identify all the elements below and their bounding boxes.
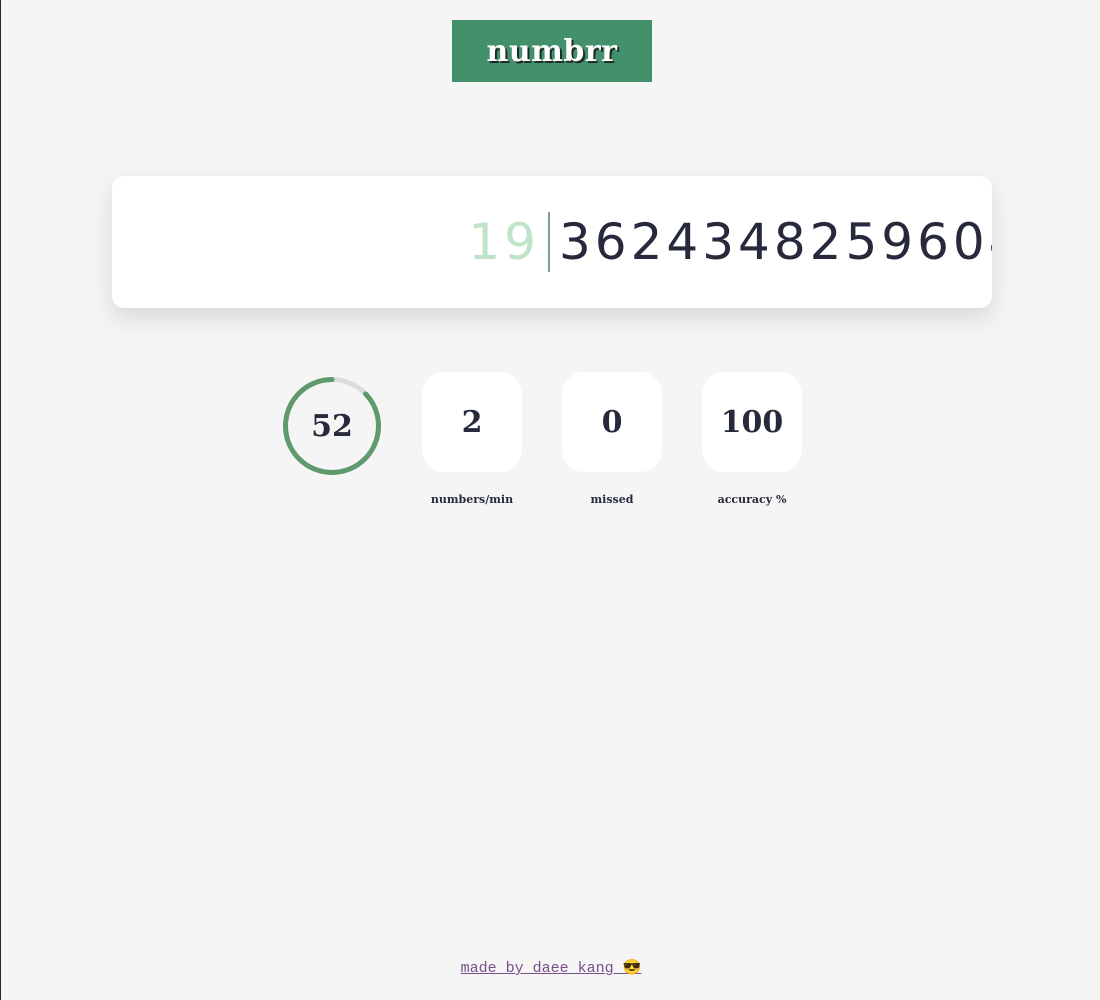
typing-caret <box>548 212 550 272</box>
stat-value-box: 100 <box>702 372 802 472</box>
stat-value-box: 2 <box>422 372 522 472</box>
countdown-timer: 52 <box>282 376 382 476</box>
number-typing-area[interactable]: 19 3624348259604 <box>112 176 992 308</box>
logo[interactable]: numbrr <box>452 20 652 82</box>
stat-missed: 0 missed <box>562 372 662 506</box>
logo-text: numbrr <box>486 33 618 69</box>
stat-label: numbers/min <box>430 493 514 506</box>
upcoming-digits: 3624348259604 <box>559 213 992 271</box>
typed-digits: 19 <box>468 213 540 271</box>
stat-value-box: 0 <box>562 372 662 472</box>
stat-numbers-per-min: 2 numbers/min <box>422 372 522 506</box>
stat-label: accuracy % <box>717 493 787 506</box>
timer-value: 52 <box>311 408 353 444</box>
author-link[interactable]: made by daee kang 😎 <box>461 960 642 977</box>
footer: made by daee kang 😎 <box>1 958 1100 977</box>
stat-accuracy: 100 accuracy % <box>702 372 802 506</box>
stat-label: missed <box>590 493 634 506</box>
